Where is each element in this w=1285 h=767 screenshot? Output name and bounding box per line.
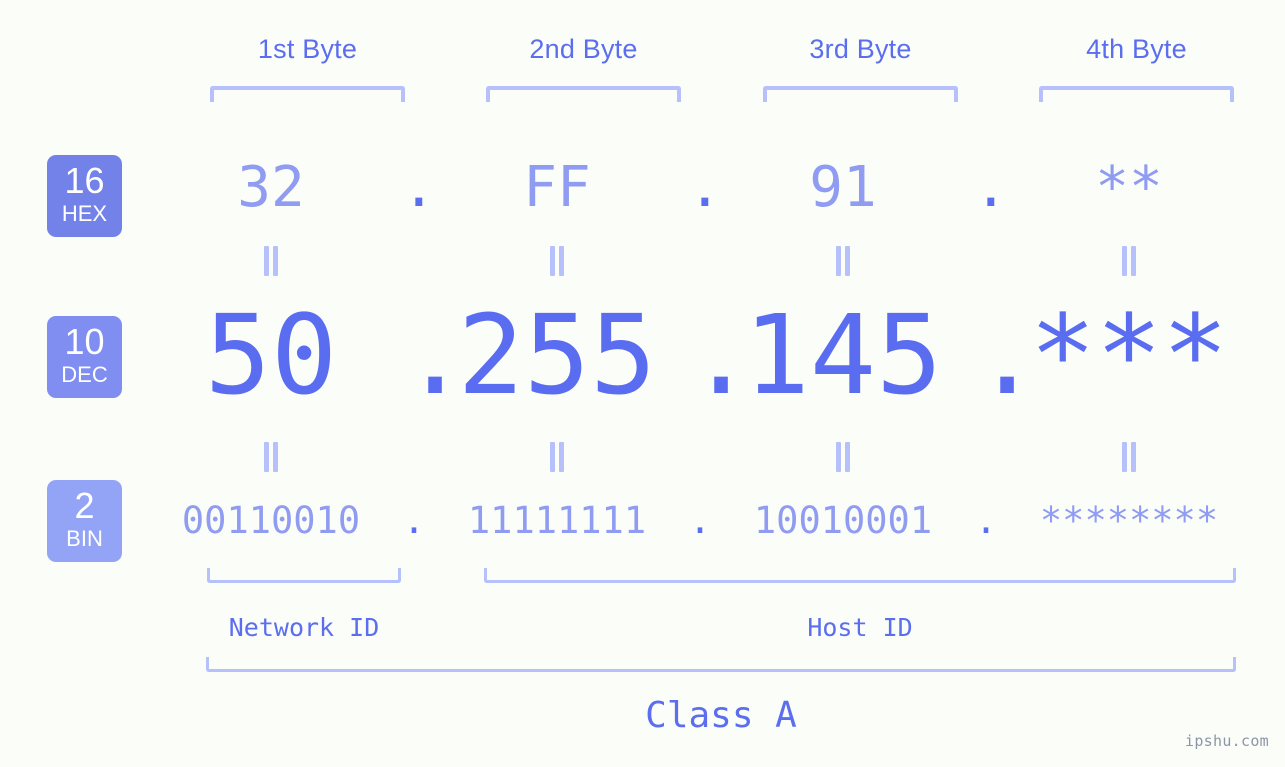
bin-separator-3: . bbox=[974, 498, 998, 542]
equals-icon bbox=[550, 442, 564, 472]
radix-badge-bin-name: BIN bbox=[66, 526, 103, 551]
equals-icon bbox=[836, 442, 850, 472]
class-bracket bbox=[206, 657, 1236, 672]
equals-icon bbox=[836, 246, 850, 276]
hex-separator-2: . bbox=[688, 155, 722, 220]
dec-octet-2: 255 bbox=[457, 291, 657, 419]
equals-icon bbox=[1122, 246, 1136, 276]
hex-octet-2: FF bbox=[523, 155, 591, 220]
class-label: Class A bbox=[645, 695, 797, 736]
bin-separator-2: . bbox=[688, 498, 712, 542]
dec-value-row: 50 . 255 . 145 . *** bbox=[140, 300, 1260, 410]
radix-badge-dec-name: DEC bbox=[61, 362, 108, 387]
host-id-bracket bbox=[484, 568, 1236, 583]
equals-row-hex-dec bbox=[140, 244, 1260, 278]
equals-icon bbox=[264, 442, 278, 472]
equals-row-dec-bin bbox=[140, 440, 1260, 474]
equals-icon bbox=[1122, 442, 1136, 472]
byte-bracket-3 bbox=[763, 86, 958, 102]
network-id-bracket bbox=[207, 568, 401, 583]
host-id-label: Host ID bbox=[807, 613, 913, 642]
equals-icon bbox=[550, 246, 564, 276]
hex-separator-3: . bbox=[974, 155, 1008, 220]
byte-bracket-2 bbox=[486, 86, 681, 102]
byte-header-1: 1st Byte bbox=[257, 34, 358, 64]
bin-octet-1: 00110010 bbox=[181, 498, 361, 542]
byte-header-4: 4th Byte bbox=[1086, 34, 1187, 64]
byte-header-2: 2nd Byte bbox=[529, 34, 638, 64]
network-id-label: Network ID bbox=[228, 613, 380, 642]
dec-separator-1: . bbox=[402, 291, 469, 419]
byte-header-3: 3rd Byte bbox=[809, 34, 912, 64]
bin-value-row: 00110010 . 11111111 . 10010001 . *******… bbox=[140, 492, 1260, 548]
hex-octet-3: 91 bbox=[809, 155, 877, 220]
radix-badge-dec-number: 10 bbox=[64, 321, 105, 362]
radix-badge-dec: 10 DEC bbox=[47, 316, 122, 398]
radix-badge-bin-number: 2 bbox=[74, 485, 95, 526]
byte-bracket-1 bbox=[210, 86, 405, 102]
bin-octet-2: 11111111 bbox=[467, 498, 647, 542]
radix-badge-hex-name: HEX bbox=[61, 201, 108, 226]
site-watermark: ipshu.com bbox=[1185, 732, 1269, 750]
equals-icon bbox=[264, 246, 278, 276]
dec-octet-4: *** bbox=[1029, 291, 1229, 419]
radix-badge-hex: 16 HEX bbox=[47, 155, 122, 237]
hex-separator-1: . bbox=[402, 155, 436, 220]
hex-value-row: 32 . FF . 91 . ** bbox=[140, 148, 1260, 228]
hex-octet-4: ** bbox=[1095, 155, 1163, 220]
bin-octet-3: 10010001 bbox=[753, 498, 933, 542]
byte-bracket-4 bbox=[1039, 86, 1234, 102]
ip-byte-breakdown-diagram: 1st Byte 2nd Byte 3rd Byte 4th Byte 16 H… bbox=[0, 0, 1285, 767]
dec-octet-3: 145 bbox=[743, 291, 943, 419]
dec-octet-1: 50 bbox=[204, 291, 338, 419]
radix-badge-bin: 2 BIN bbox=[47, 480, 122, 562]
dec-separator-2: . bbox=[688, 291, 755, 419]
radix-badge-hex-number: 16 bbox=[64, 160, 105, 201]
dec-separator-3: . bbox=[974, 291, 1041, 419]
hex-octet-1: 32 bbox=[237, 155, 305, 220]
bin-octet-4: ******** bbox=[1039, 498, 1219, 542]
bin-separator-1: . bbox=[402, 498, 426, 542]
